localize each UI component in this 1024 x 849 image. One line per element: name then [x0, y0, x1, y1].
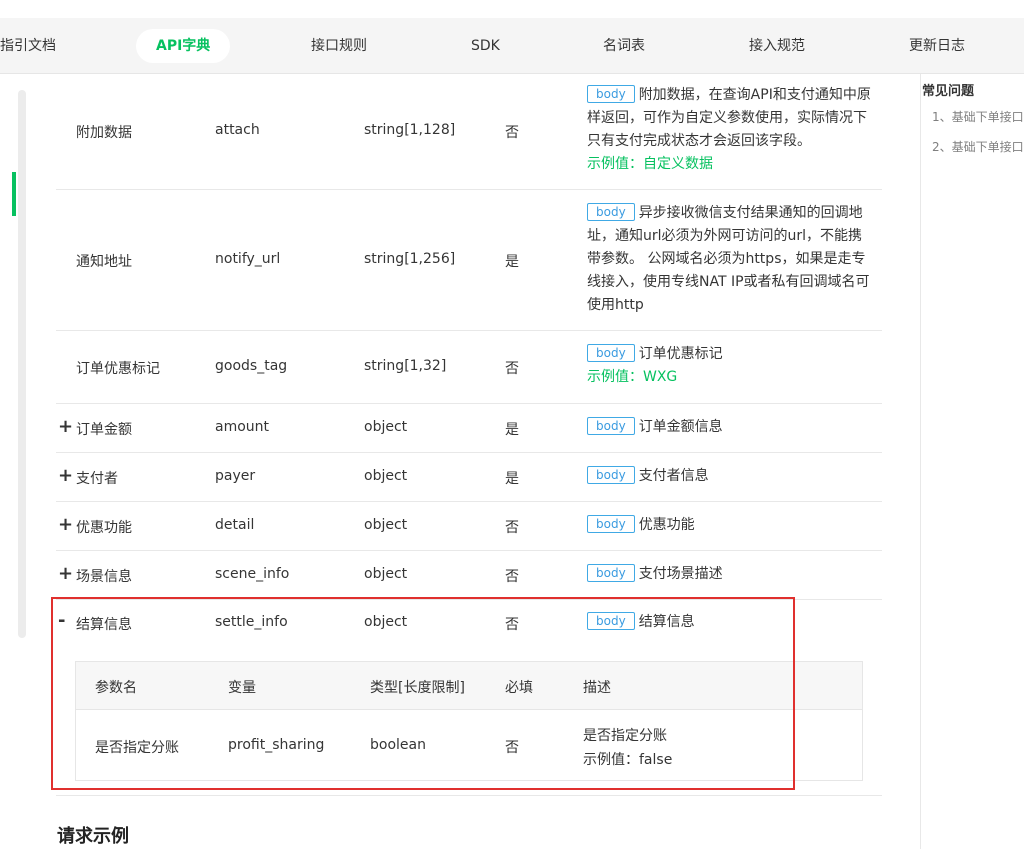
body-tag: body	[587, 612, 635, 630]
nav-item-interface-rules[interactable]: 接口规则	[311, 18, 367, 74]
param-description: body 订单优惠标记 示例值：WXG	[587, 343, 873, 389]
top-strip	[0, 0, 1024, 18]
nav-item-changelog[interactable]: 更新日志	[909, 18, 965, 74]
param-field: attach	[215, 122, 260, 138]
param-type: object	[364, 614, 408, 630]
body-tag: body	[587, 564, 635, 582]
param-name: 订单优惠标记	[76, 361, 160, 377]
body-tag: body	[587, 344, 635, 362]
param-description: body 异步接收微信支付结果通知的回调地址，通知url必须为外网可访问的url，…	[587, 202, 873, 317]
body-tag: body	[587, 466, 635, 484]
param-field: amount	[215, 419, 270, 435]
param-type: object	[364, 566, 408, 582]
description-text: 支付者信息	[638, 468, 709, 484]
param-field: goods_tag	[215, 358, 288, 374]
body-tag: body	[587, 515, 635, 533]
param-name: 场景信息	[76, 569, 132, 585]
description-text: 异步接收微信支付结果通知的回调地址，通知url必须为外网可访问的url，不能携带…	[587, 205, 870, 313]
expand-toggle[interactable]: +	[58, 516, 73, 534]
param-field: detail	[215, 517, 255, 533]
param-name: 优惠功能	[76, 520, 132, 536]
nav-item-glossary[interactable]: 名词表	[603, 18, 645, 74]
column-header-required: 必填	[505, 680, 533, 696]
description-text: 优惠功能	[638, 517, 695, 533]
param-description: body 支付场景描述	[587, 563, 873, 586]
param-name: 附加数据	[76, 125, 132, 141]
param-field: settle_info	[215, 614, 288, 630]
faq-item[interactable]: 1、基础下单接口	[932, 108, 1024, 125]
param-description: body 支付者信息	[587, 465, 873, 488]
param-required: 是	[505, 471, 519, 487]
faq-item[interactable]: 2、基础下单接口	[932, 138, 1024, 155]
param-required: 否	[505, 520, 519, 536]
param-field: scene_info	[215, 566, 290, 582]
expand-toggle[interactable]: +	[58, 418, 73, 436]
description-text: 支付场景描述	[638, 566, 723, 582]
param-required: 否	[505, 617, 519, 633]
param-type: object	[364, 517, 408, 533]
sub-param-description: 是否指定分账	[583, 728, 667, 744]
sub-param-field: profit_sharing	[228, 737, 325, 753]
param-description: body 订单金额信息	[587, 416, 873, 439]
top-nav: 指引文档 API字典 接口规则 SDK 名词表 接入规范 更新日志	[0, 18, 1024, 74]
param-type: string[1,256]	[364, 251, 456, 267]
description-text: 订单优惠标记	[638, 346, 723, 362]
nav-item-guide-docs[interactable]: 指引文档	[0, 18, 56, 74]
sub-params-table	[75, 661, 863, 781]
param-description: body 附加数据，在查询API和支付通知中原样返回，可作为自定义参数使用，实际情…	[587, 84, 873, 176]
sub-param-example: 示例值：false	[583, 752, 673, 768]
param-type: object	[364, 468, 408, 484]
column-header-param-name: 参数名	[95, 680, 137, 696]
param-required: 否	[505, 569, 519, 585]
param-name: 结算信息	[76, 617, 132, 633]
nav-item-api-dictionary[interactable]: API字典	[136, 29, 231, 63]
column-header-type: 类型[长度限制]	[370, 680, 465, 696]
param-field: payer	[215, 468, 256, 484]
param-field: notify_url	[215, 251, 281, 267]
param-name: 订单金额	[76, 422, 132, 438]
sub-param-required: 否	[505, 740, 519, 756]
param-required: 否	[505, 125, 519, 141]
collapse-toggle[interactable]: -	[58, 612, 65, 630]
nav-item-sdk[interactable]: SDK	[471, 18, 500, 74]
param-type: string[1,128]	[364, 122, 456, 138]
param-description: body 结算信息	[587, 611, 873, 634]
param-required: 是	[505, 422, 519, 438]
description-text: 订单金额信息	[638, 419, 723, 435]
body-tag: body	[587, 85, 635, 103]
nav-item-access-specs[interactable]: 接入规范	[749, 18, 805, 74]
param-required: 是	[505, 254, 519, 270]
sub-table-header	[76, 662, 862, 710]
param-type: string[1,32]	[364, 358, 447, 374]
param-name: 通知地址	[76, 254, 132, 270]
right-panel-divider	[920, 74, 921, 849]
example-value: 示例值：自定义数据	[587, 156, 713, 172]
sub-param-name: 是否指定分账	[95, 740, 179, 756]
body-tag: body	[587, 417, 635, 435]
sidebar-active-indicator	[12, 172, 16, 216]
param-required: 否	[505, 361, 519, 377]
param-name: 支付者	[76, 471, 118, 487]
expand-toggle[interactable]: +	[58, 467, 73, 485]
param-description: body 优惠功能	[587, 514, 873, 537]
description-text: 结算信息	[638, 614, 695, 630]
faq-title: 常见问题	[922, 84, 975, 99]
sidebar-scrollbar[interactable]	[18, 90, 26, 638]
column-header-description: 描述	[583, 680, 611, 696]
example-value: 示例值：WXG	[587, 369, 678, 385]
body-tag: body	[587, 203, 635, 221]
param-type: object	[364, 419, 408, 435]
column-header-variable: 变量	[228, 680, 256, 696]
expand-toggle[interactable]: +	[58, 565, 73, 583]
sub-param-type: boolean	[370, 737, 426, 753]
section-title-request-example: 请求示例	[57, 826, 129, 847]
